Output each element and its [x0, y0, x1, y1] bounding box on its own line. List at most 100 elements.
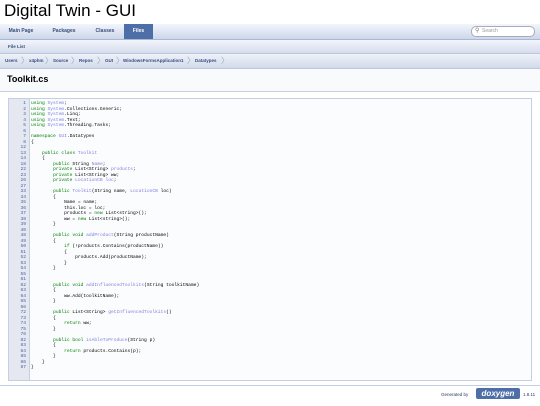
code-text: } — [31, 222, 56, 227]
code-text: { — [31, 249, 67, 255]
line-number[interactable]: 26 — [9, 178, 26, 183]
line-number[interactable]: 65 — [9, 299, 26, 304]
breadcrumb-repos[interactable]: Repos — [79, 54, 93, 68]
line-number[interactable]: 1 — [9, 101, 26, 106]
line-number[interactable]: 76 — [9, 332, 26, 337]
tab-files[interactable]: Files — [124, 24, 153, 39]
chevron-right-icon: 〉 — [71, 56, 79, 65]
line-number[interactable]: 35 — [9, 200, 26, 205]
code-line: 5 using System.Threading.Tasks; — [9, 123, 529, 128]
line-number[interactable]: 63 — [9, 288, 26, 293]
code-line: 7 namespace GUI.Datatypes — [9, 134, 529, 139]
search-box[interactable]: ⚲ Search — [471, 26, 535, 37]
line-number[interactable]: 66 — [9, 305, 26, 310]
line-number[interactable]: 75 — [9, 327, 26, 332]
line-number[interactable]: 13 — [9, 151, 26, 156]
search-input[interactable]: Search — [482, 27, 498, 36]
line-number[interactable]: 40 — [9, 228, 26, 233]
line-number[interactable]: 74 — [9, 321, 26, 326]
code-line: 27 — [9, 184, 529, 189]
main-nav-tabs: Main Page Packages Classes Files ⚲ Searc… — [0, 24, 540, 40]
line-number[interactable]: 7 — [9, 134, 26, 139]
line-number[interactable]: 23 — [9, 173, 26, 178]
line-number[interactable]: 37 — [9, 211, 26, 216]
code-line: 23 private List<String> ww; — [9, 173, 529, 178]
line-number[interactable]: 34 — [9, 195, 26, 200]
line-number[interactable]: 6 — [9, 129, 26, 134]
code-text: } — [31, 260, 67, 266]
code-text: return products.Contains(p); — [64, 348, 142, 354]
code-text: return ww; — [64, 321, 92, 326]
line-number[interactable]: 2 — [9, 107, 26, 112]
code-line: 34 { — [9, 195, 529, 200]
chevron-right-icon: 〉 — [97, 56, 105, 65]
code-text: private LocationCB loc; — [53, 178, 117, 183]
code-text: public void addProduct(String productNam… — [53, 233, 169, 238]
doxygen-logo[interactable]: doxygen — [476, 388, 520, 399]
line-number[interactable]: 84 — [9, 349, 26, 354]
code-line: 74 return ww; — [9, 321, 529, 326]
line-number[interactable]: 83 — [9, 343, 26, 348]
line-number[interactable]: 14 — [9, 156, 26, 161]
tab-file-list[interactable]: File List — [8, 40, 25, 53]
breadcrumb-windowsformsapplication1[interactable]: WindowsFormsApplication1 — [123, 54, 183, 68]
breadcrumb-gui[interactable]: GUI — [105, 54, 113, 68]
line-number[interactable]: 36 — [9, 206, 26, 211]
code-text: using System.Text; — [31, 117, 81, 123]
line-number[interactable]: 86 — [9, 360, 26, 365]
tab-packages[interactable]: Packages — [46, 24, 82, 39]
search-icon: ⚲ — [475, 28, 480, 34]
breadcrumb-source[interactable]: Source — [53, 54, 68, 68]
line-number[interactable]: 5 — [9, 123, 26, 128]
code-text: private List<String> products; — [53, 167, 136, 172]
code-line: 40 — [9, 228, 529, 233]
line-number[interactable]: 27 — [9, 184, 26, 189]
line-number[interactable]: 72 — [9, 310, 26, 315]
line-number[interactable]: 8 — [9, 140, 26, 145]
line-number[interactable]: 4 — [9, 118, 26, 123]
line-number[interactable]: 50 — [9, 244, 26, 249]
code-line: 53 } — [9, 261, 529, 266]
code-line: 62 public void addInfluencedToolkits(Str… — [9, 283, 529, 288]
code-line: 6 — [9, 129, 529, 134]
code-text: Name = name; — [31, 200, 98, 205]
line-number[interactable]: 49 — [9, 239, 26, 244]
code-line: 39 } — [9, 222, 529, 227]
line-number[interactable]: 22 — [9, 167, 26, 172]
line-number[interactable]: 33 — [9, 189, 26, 194]
line-number[interactable]: 53 — [9, 261, 26, 266]
line-number[interactable]: 51 — [9, 250, 26, 255]
line-number[interactable]: 61 — [9, 277, 26, 282]
line-number[interactable]: 48 — [9, 233, 26, 238]
line-number[interactable]: 52 — [9, 255, 26, 260]
code-line: 4 using System.Text; — [9, 118, 529, 123]
line-number[interactable]: 87 — [9, 365, 26, 370]
line-number[interactable]: 38 — [9, 217, 26, 222]
code-text: if (!products.Contains(productName)) — [64, 244, 164, 249]
code-text: public List<String> getInfluencedToolkit… — [53, 310, 172, 315]
breadcrumb-x4phm[interactable]: x4phm — [29, 54, 44, 68]
line-number[interactable]: 54 — [9, 266, 26, 271]
line-number[interactable]: 55 — [9, 272, 26, 277]
line-number[interactable]: 39 — [9, 222, 26, 227]
line-number[interactable]: 73 — [9, 316, 26, 321]
tab-main-page[interactable]: Main Page — [4, 24, 38, 39]
code-line: 66 — [9, 305, 529, 310]
line-number[interactable]: 12 — [9, 145, 26, 150]
line-number[interactable]: 64 — [9, 294, 26, 299]
code-line: 2 using System.Collections.Generic; — [9, 107, 529, 112]
line-number[interactable]: 85 — [9, 354, 26, 359]
code-text: { — [31, 343, 56, 348]
line-number[interactable]: 62 — [9, 283, 26, 288]
code-line: 50 if (!products.Contains(productName)) — [9, 244, 529, 249]
code-text: { — [31, 315, 56, 321]
breadcrumb-datatypes[interactable]: Datatypes — [195, 54, 217, 68]
code-line: 26 private LocationCB loc; — [9, 178, 529, 183]
line-number[interactable]: 3 — [9, 112, 26, 117]
code-text: { — [31, 238, 56, 244]
line-number[interactable]: 18 — [9, 162, 26, 167]
breadcrumb-users[interactable]: Users — [5, 54, 18, 68]
line-number[interactable]: 82 — [9, 338, 26, 343]
tab-classes[interactable]: Classes — [88, 24, 122, 39]
code-line: 75 } — [9, 327, 529, 332]
